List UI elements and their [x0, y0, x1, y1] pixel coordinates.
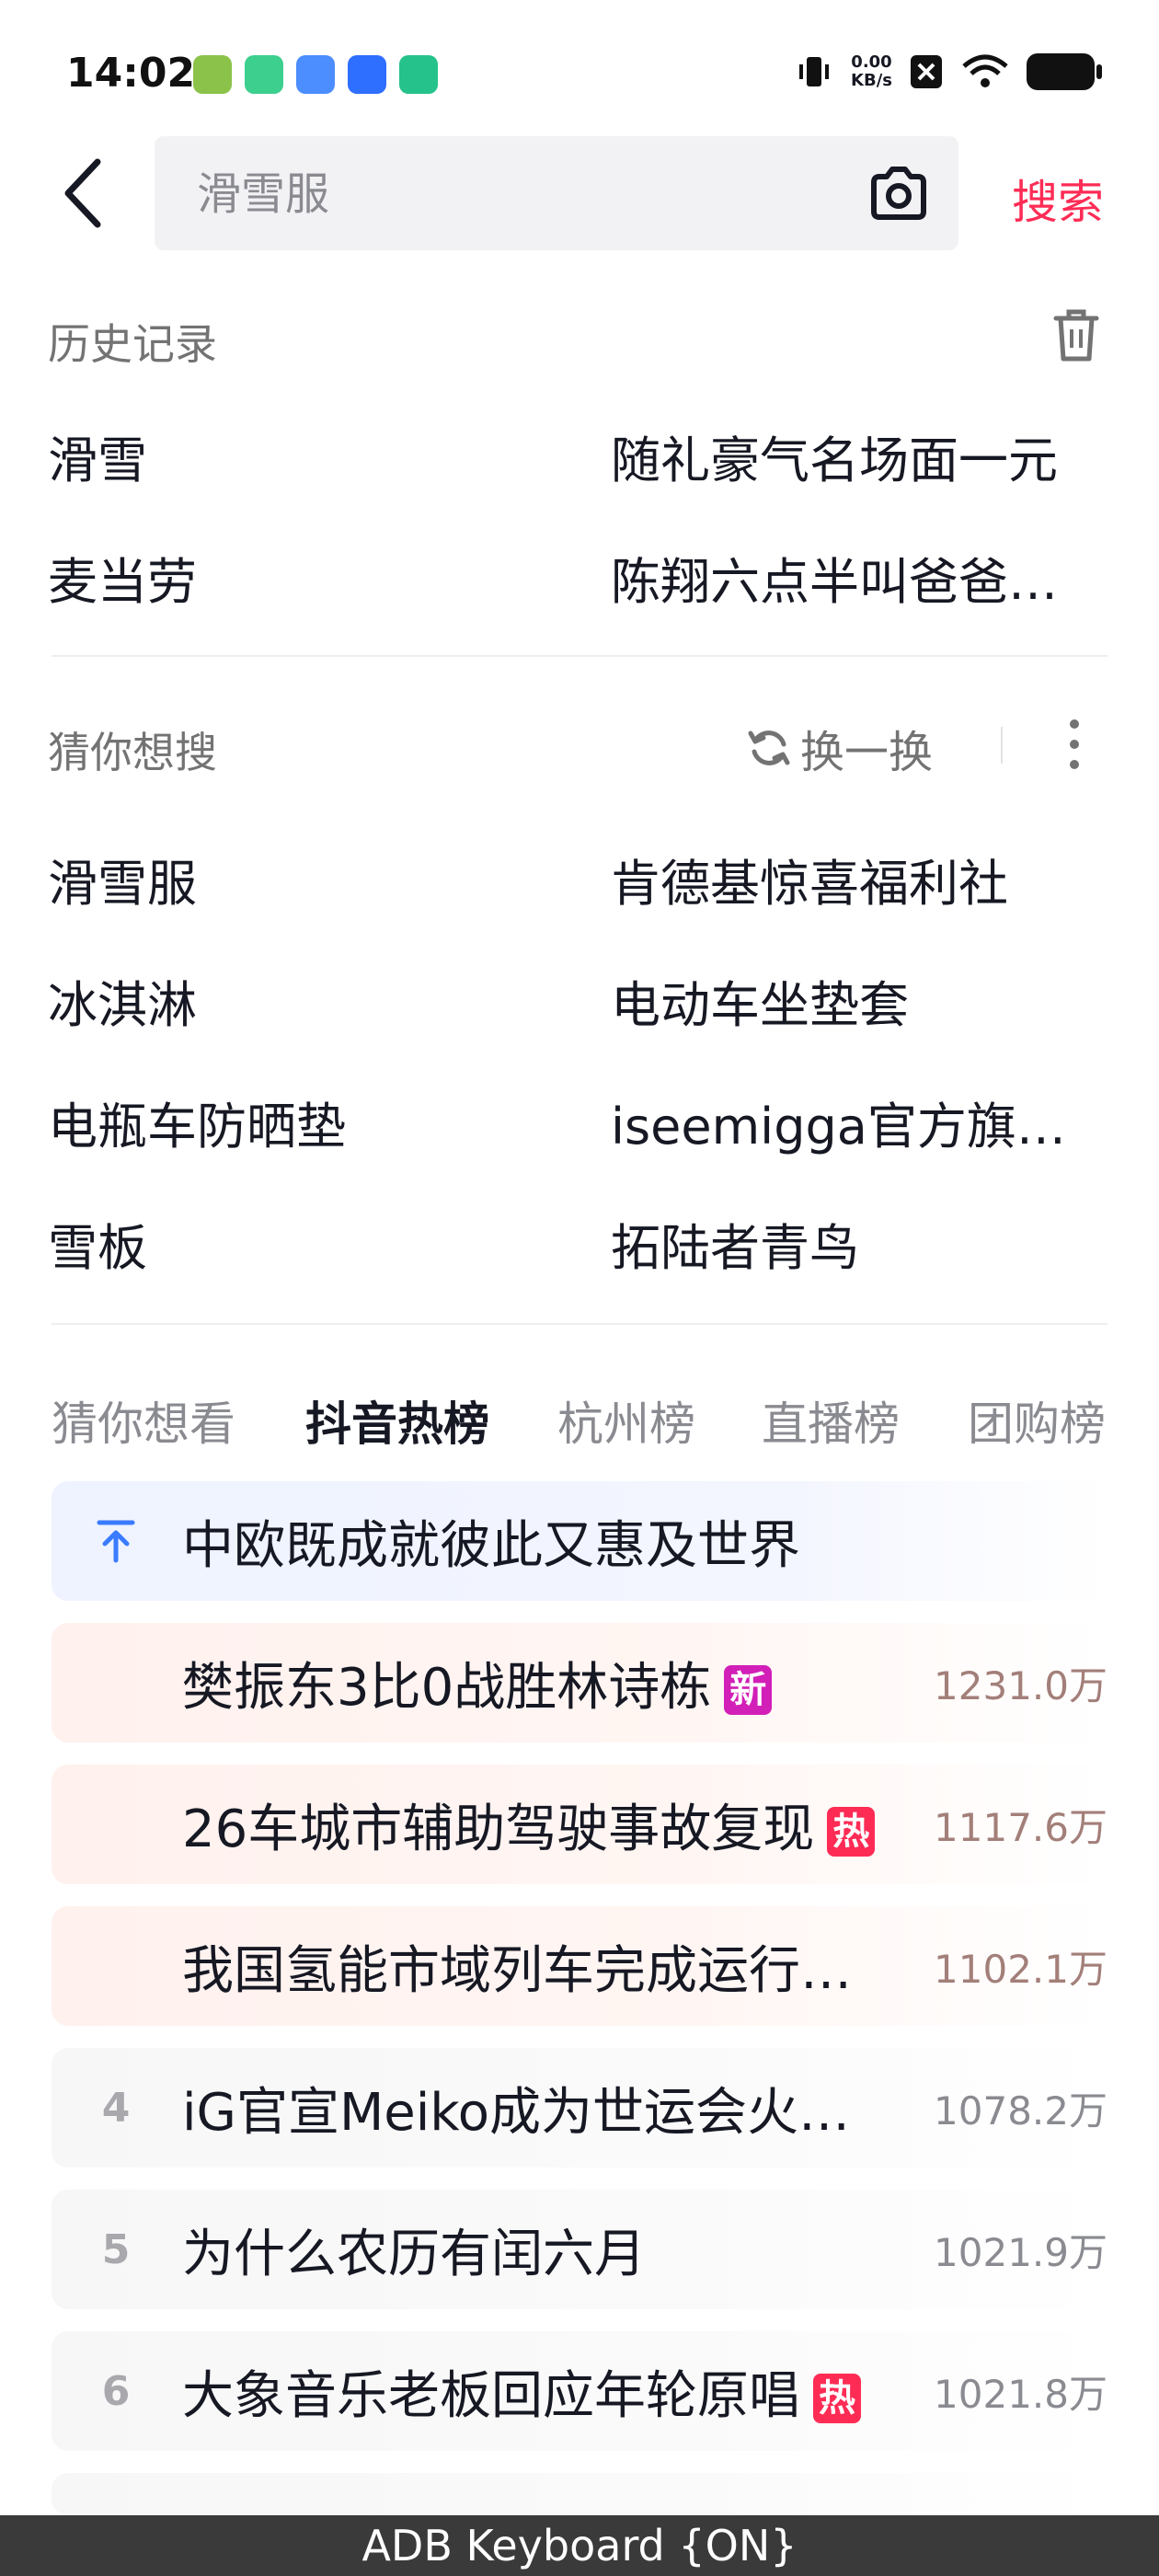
tab-live[interactable]: 直播榜 — [762, 1387, 900, 1454]
hot-list-item[interactable]: 26车城市辅助驾驶事故复现热 1117.6万 — [52, 1765, 1107, 1884]
divider — [52, 1323, 1107, 1325]
hot-title: 为什么农历有闰六月 — [182, 2224, 646, 2284]
no-sim-icon — [911, 55, 942, 88]
notification-icons — [193, 55, 438, 94]
app-notification-icon — [296, 55, 335, 94]
net-speed: 0.00 KB/s — [851, 53, 892, 90]
hot-list-item[interactable]: 4 iG官宣Meiko成为世运会火… 1078.2万 — [52, 2048, 1107, 2168]
hot-title: 大象音乐老板回应年轮原唱 — [182, 2365, 800, 2426]
guess-item[interactable]: 拓陆者青鸟 — [611, 1207, 1107, 1280]
hot-list-item-pinned[interactable]: 中欧既成就彼此又惠及世界 — [52, 1481, 1107, 1601]
net-speed-value: 0.00 — [851, 52, 892, 72]
tab-group-buy[interactable]: 团购榜 — [968, 1387, 1106, 1454]
app-notification-icon — [245, 55, 283, 94]
heat-value: 1021.9万 — [934, 2229, 1107, 2275]
history-item[interactable]: 陈翔六点半叫爸爸… — [611, 541, 1107, 614]
hot-list-item-partial[interactable] — [52, 2473, 1107, 2515]
heat-value: 1021.8万 — [934, 2371, 1107, 2417]
heat-value: 1102.1万 — [934, 1946, 1107, 1992]
adb-keyboard-bar: ADB Keyboard {ON} — [0, 2515, 1159, 2576]
hot-list-item[interactable]: 6 大象音乐老板回应年轮原唱热 1021.8万 — [52, 2331, 1107, 2451]
pin-top-icon — [97, 1520, 135, 1563]
status-time: 14:02 — [66, 50, 196, 97]
net-speed-unit: KB/s — [851, 71, 892, 90]
search-button[interactable]: 搜索 — [1012, 166, 1104, 232]
rank-number: 5 — [101, 2225, 131, 2273]
tab-douyin-hot[interactable]: 抖音热榜 — [305, 1387, 489, 1454]
system-icons: 0.00 KB/s — [794, 52, 1102, 92]
hot-title: 我国氢能市域列车完成运行… — [182, 1940, 852, 2001]
hot-list-item[interactable]: 樊振东3比0战胜林诗栋新 1231.0万 — [52, 1623, 1107, 1742]
guess-item[interactable]: 滑雪服 — [48, 843, 563, 915]
app-notification-icon — [193, 55, 232, 94]
heat-value: 1117.6万 — [934, 1804, 1107, 1850]
app-notification-icon — [348, 55, 386, 94]
hot-title-wrap: 樊振东3比0战胜林诗栋新 — [182, 1646, 881, 1720]
guess-item[interactable]: 电瓶车防晒垫 — [48, 1086, 563, 1158]
hot-title-wrap: 26车城市辅助驾驶事故复现热 — [182, 1788, 936, 1862]
trash-icon[interactable] — [1050, 307, 1102, 362]
history-item[interactable]: 滑雪 — [48, 420, 563, 492]
refresh-button[interactable]: 换一换 — [747, 716, 933, 780]
history-item[interactable]: 随礼豪气名场面一元 — [611, 420, 1107, 492]
guess-item[interactable]: 电动车坐垫套 — [611, 964, 1107, 1037]
guess-item[interactable]: iseemigga官方旗… — [611, 1086, 1107, 1158]
tab-hangzhou[interactable]: 杭州榜 — [557, 1387, 695, 1454]
hot-badge: 热 — [813, 2374, 861, 2424]
heat-value: 1231.0万 — [934, 1662, 1107, 1708]
search-input[interactable] — [195, 164, 843, 224]
divider — [52, 655, 1107, 657]
hot-list-item[interactable]: 5 为什么农历有闰六月 1021.9万 — [52, 2190, 1107, 2309]
battery-icon — [1027, 53, 1102, 90]
rank-number: 4 — [101, 2084, 131, 2132]
back-icon[interactable] — [57, 156, 112, 230]
hot-title: iG官宣Meiko成为世运会火… — [182, 2082, 850, 2143]
separator — [1001, 727, 1003, 764]
heat-value: 1078.2万 — [934, 2087, 1107, 2133]
hot-title: 樊振东3比0战胜林诗栋 — [182, 1657, 712, 1718]
app-notification-icon — [399, 55, 438, 94]
hot-list-item[interactable]: 我国氢能市域列车完成运行… 1102.1万 — [52, 1906, 1107, 2026]
hot-badge: 热 — [827, 1807, 876, 1857]
search-bar[interactable] — [155, 136, 958, 250]
status-bar: 14:02 0.00 KB/s — [0, 0, 1159, 147]
history-title: 历史记录 — [48, 319, 217, 369]
history-item[interactable]: 麦当劳 — [48, 541, 563, 614]
wifi-icon — [962, 54, 1008, 87]
camera-icon[interactable] — [866, 162, 931, 226]
guess-item[interactable]: 肯德基惊喜福利社 — [611, 843, 1107, 915]
refresh-icon — [748, 730, 790, 765]
hot-title-wrap: 大象音乐老板回应年轮原唱热 — [182, 2354, 946, 2429]
guess-item[interactable]: 雪板 — [48, 1207, 563, 1280]
hot-title: 26车城市辅助驾驶事故复现 — [182, 1799, 815, 1859]
guess-item[interactable]: 冰淇淋 — [48, 964, 563, 1037]
guess-title: 猜你想搜 — [48, 728, 217, 777]
hot-title: 中欧既成就彼此又惠及世界 — [182, 1515, 800, 1576]
refresh-label: 换一换 — [800, 727, 934, 778]
rank-number: 6 — [101, 2367, 131, 2415]
new-badge: 新 — [724, 1665, 773, 1716]
more-options-icon[interactable] — [1065, 719, 1084, 773]
vibrate-icon — [799, 57, 830, 86]
tab-guess-watch[interactable]: 猜你想看 — [52, 1387, 235, 1454]
